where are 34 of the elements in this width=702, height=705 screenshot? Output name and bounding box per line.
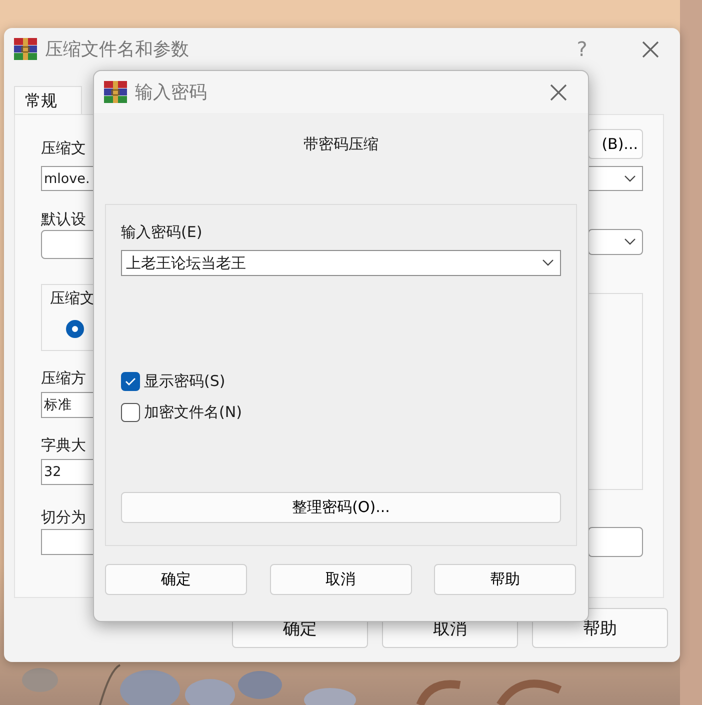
dialog-title: 输入密码 <box>135 81 208 104</box>
field-value: 上老王论坛当老王 <box>126 254 246 272</box>
book-stack-icon <box>104 81 127 103</box>
checkbox[interactable] <box>121 372 140 390</box>
field-label: 输入密码(E) <box>121 222 204 242</box>
close-icon <box>550 84 566 100</box>
chevron-down-icon <box>624 174 636 182</box>
chevron-down-icon <box>624 238 636 246</box>
checkmark-icon <box>125 376 136 386</box>
field-label: 切分为 <box>41 507 87 527</box>
close-icon <box>642 40 658 58</box>
dialog-button[interactable]: 帮助 <box>434 564 576 595</box>
checkbox[interactable] <box>121 402 140 422</box>
organize-button[interactable]: 整理密码(O)... <box>121 492 561 523</box>
field-label: 字典大 <box>41 435 87 455</box>
checkbox-label: 显示密码(S) <box>144 372 226 390</box>
dropdown-field[interactable] <box>588 229 643 255</box>
checkbox-label: 加密文件名(N) <box>144 402 242 422</box>
field-label: 压缩文 <box>41 138 87 158</box>
dialog-heading: 带密码压缩 <box>302 134 380 154</box>
field-label: 压缩方 <box>41 368 87 388</box>
window-title: 压缩文件名和参数 <box>45 38 190 61</box>
dialog-button[interactable]: 取消 <box>270 564 412 595</box>
dialog-button[interactable]: 确定 <box>105 564 247 595</box>
chevron-down-icon <box>542 259 554 267</box>
group-label: 压缩文 <box>50 288 96 308</box>
tab[interactable]: 常规 <box>14 86 82 115</box>
field-label: 默认设 <box>41 209 87 229</box>
password-field[interactable]: 上老王论坛当老王 <box>121 250 561 276</box>
dropdown-field[interactable] <box>588 166 643 191</box>
input-field[interactable] <box>588 527 643 557</box>
browse-button[interactable]: (B)... <box>588 129 643 159</box>
radio-button[interactable] <box>66 320 84 338</box>
book-stack-icon <box>14 38 37 60</box>
